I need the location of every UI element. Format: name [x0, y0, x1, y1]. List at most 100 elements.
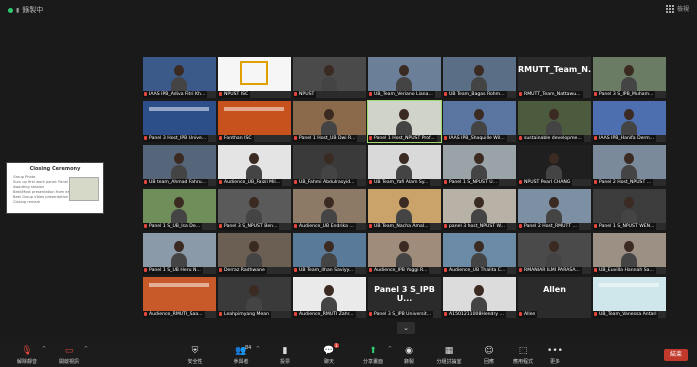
- participant-tile[interactable]: Panel 3 Host_IPB Unive...: [143, 101, 216, 142]
- view-toggle[interactable]: 檢視: [665, 4, 689, 13]
- polls-icon: ▮: [282, 346, 288, 356]
- participant-tile[interactable]: UB_Team_Vanessa Antari: [593, 277, 666, 318]
- participant-figure: [321, 65, 337, 91]
- participant-name-label: Panel 2 Host_NPUST ...: [593, 179, 654, 186]
- participant-name: Audience_RMUTI Zahr...: [299, 312, 354, 317]
- participant-tile[interactable]: RMUTT_Team_N... RMUTT_Team_Nattawu...: [518, 57, 591, 98]
- participant-name: Panel 2 Host_NPUST ...: [599, 180, 652, 185]
- participant-figure: [171, 153, 187, 179]
- participant-name-label: Panel 3 S_IPB_Muham...: [593, 91, 656, 98]
- participant-figure: [246, 241, 262, 267]
- mic-off-button[interactable]: 🎙 ^ 解除靜音: [10, 343, 46, 365]
- participant-name-label: A1501211008Hendry ...: [443, 311, 506, 318]
- participant-tile[interactable]: Panel 3 S_NPUST Ben...: [218, 189, 291, 230]
- participant-tile[interactable]: Panel 1 Host_NPUST Prof...: [367, 100, 442, 143]
- participant-tile[interactable]: RMANIAR ILMI PARASA...: [518, 233, 591, 274]
- participant-tile[interactable]: NPUST Pearl CHANG: [518, 145, 591, 186]
- participant-name: Panel 1 Host_UB Dwi R...: [299, 136, 356, 141]
- participant-name: Panel 3 Host_IPB Unive...: [149, 136, 207, 141]
- muted-mic-icon: [369, 179, 372, 184]
- participant-tile[interactable]: Panel 2 Host_NPUST ...: [593, 145, 666, 186]
- toolbar-label: 回應: [483, 359, 494, 365]
- participant-tile[interactable]: Panel 1 S_UB Heru N...: [143, 233, 216, 274]
- participant-figure: [546, 241, 562, 267]
- participant-tile[interactable]: UB team_Ahmad Fahru...: [143, 145, 216, 186]
- participant-tile[interactable]: Derraz Radhwane: [218, 233, 291, 274]
- participant-figure: [321, 241, 337, 267]
- participant-tile[interactable]: Panel 1 S_NPUST WEN...: [593, 189, 666, 230]
- virtual-background-slide: [149, 107, 209, 111]
- caret-up-icon[interactable]: ^: [84, 346, 88, 352]
- participant-figure: [621, 109, 637, 135]
- caret-up-icon[interactable]: ^: [256, 346, 260, 352]
- toolbar-label: 投票: [279, 359, 290, 365]
- muted-mic-icon: [144, 135, 147, 140]
- breakout-button[interactable]: ▦ 分組討論室: [432, 343, 466, 365]
- participant-tile[interactable]: Panel 3 S_IPB_Muham...: [593, 57, 666, 98]
- participant-tile[interactable]: IAAS IPB_Adiva Fitri Kh...: [143, 57, 216, 98]
- security-button[interactable]: ⛨ 安全性: [178, 343, 212, 365]
- participant-tile[interactable]: NPUST ISC: [218, 57, 291, 98]
- participant-name: Derraz Radhwane: [224, 268, 265, 273]
- shared-screen-thumbnail[interactable]: Closing Ceremony Group Photo Sum up firs…: [6, 162, 104, 214]
- more-button[interactable]: ••• 更多: [538, 343, 572, 365]
- reactions-button[interactable]: ☺ 回應: [472, 343, 506, 365]
- participant-tile[interactable]: Fonthan ISC: [218, 101, 291, 142]
- participant-tile[interactable]: UB Team_Ilhan Saviyy...: [293, 233, 366, 274]
- participant-name-display: Allen: [543, 285, 566, 294]
- participant-name-label: Panel 1 S_UB Heru N...: [143, 267, 203, 274]
- video-off-button[interactable]: ▭ ^ 開啟視訊: [52, 343, 88, 365]
- next-page-chevron-icon[interactable]: ⌄: [397, 322, 415, 334]
- participant-tile[interactable]: Panel 1 S_UB_Isa De...: [143, 189, 216, 230]
- participant-count: 84: [245, 345, 252, 351]
- participant-name: UB_Team_Vanessa Antari: [599, 312, 657, 317]
- participant-tile[interactable]: Leahpimyang Mean: [218, 277, 291, 318]
- polls-button[interactable]: ▮ 投票: [268, 343, 302, 365]
- apps-button[interactable]: ⬚ 應用程式: [506, 343, 540, 365]
- end-meeting-button[interactable]: 結束: [664, 349, 688, 361]
- participant-tile[interactable]: Panel 3 S_IPB U... Panel 3 S_IPB Universi…: [368, 277, 441, 318]
- gallery-grid: IAAS IPB_Adiva Fitri Kh... NPUST ISC NPUST…: [143, 57, 666, 318]
- participant-tile[interactable]: Audience_UB Thalita C...: [443, 233, 516, 274]
- participant-name-label: IAAS IPB_Hanifa Derm...: [593, 135, 657, 142]
- participant-figure: [546, 197, 562, 223]
- share-screen-button[interactable]: ⬆ ^ 分享畫面: [356, 343, 392, 365]
- participant-tile[interactable]: Audience_RMUTI_Saa...: [143, 277, 216, 318]
- participant-tile[interactable]: sustainable developme...: [518, 101, 591, 142]
- participant-tile[interactable]: Audience_IPB Yoggi R...: [368, 233, 441, 274]
- participant-tile[interactable]: NPUST: [293, 57, 366, 98]
- caret-up-icon[interactable]: ^: [42, 346, 46, 352]
- participant-name-label: UB_Team_Veriano Liana...: [368, 91, 435, 98]
- participant-tile[interactable]: UB Team_Yafi Alam Sy...: [368, 145, 441, 186]
- record-button[interactable]: ◉ 錄製: [392, 343, 426, 365]
- participant-tile[interactable]: IAAS IPB_Shaquille Wil...: [443, 101, 516, 142]
- participant-tile[interactable]: Allen Allen: [518, 277, 591, 318]
- participant-name-display: Panel 3 S_IPB U...: [374, 285, 435, 303]
- participant-tile[interactable]: IAAS IPB_Hanifa Derm...: [593, 101, 666, 142]
- participant-tile[interactable]: UB_Team_Veriano Liana...: [368, 57, 441, 98]
- participant-tile[interactable]: Audience_UB_Faizil Mil...: [218, 145, 291, 186]
- participant-tile[interactable]: Panel 2 Host_RMUTT ...: [518, 189, 591, 230]
- participant-tile[interactable]: panel 3 host_NPUST W...: [443, 189, 516, 230]
- muted-mic-icon: [519, 311, 522, 316]
- record-icon: ◉: [405, 346, 413, 356]
- recording-indicator[interactable]: ▮ 錄製中: [8, 5, 43, 15]
- participant-tile[interactable]: UB Team_Bagas Rohm...: [443, 57, 516, 98]
- participant-tile[interactable]: UB_Fahmi Abdulrasyid...: [293, 145, 366, 186]
- participant-tile[interactable]: Audience_RMUTI Zahr...: [293, 277, 366, 318]
- muted-mic-icon: [369, 135, 372, 140]
- muted-mic-icon: [219, 135, 222, 140]
- participants-button[interactable]: 👥 84 ^ 參與者: [224, 343, 260, 365]
- participant-tile[interactable]: UB Team_Nacha Amal...: [368, 189, 441, 230]
- shared-screen-photo: [69, 177, 99, 201]
- participant-name-label: NPUST Pearl CHANG: [518, 179, 573, 186]
- participant-figure: [471, 197, 487, 223]
- participant-tile[interactable]: UB_Euvilla Hannah Sa...: [593, 233, 666, 274]
- participant-tile[interactable]: Panel 1 S_NPUST U...: [443, 145, 516, 186]
- participant-figure: [171, 65, 187, 91]
- participant-name-label: NPUST: [293, 91, 317, 98]
- participant-tile[interactable]: A1501211008Hendry ...: [443, 277, 516, 318]
- participant-tile[interactable]: Audience_UB Endrika ...: [293, 189, 366, 230]
- chat-button[interactable]: 💬 1 聊天: [312, 343, 346, 365]
- participant-tile[interactable]: Panel 1 Host_UB Dwi R...: [293, 101, 366, 142]
